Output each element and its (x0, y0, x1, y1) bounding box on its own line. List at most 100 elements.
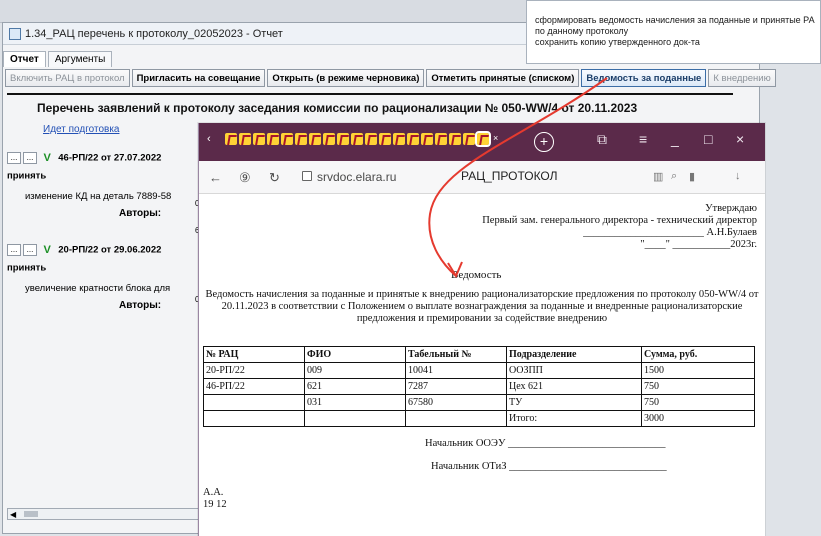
table-cell: 3000 (641, 410, 755, 427)
browser-tab-favicon-icon[interactable] (267, 133, 279, 145)
accepted-check-icon: V (43, 243, 51, 256)
statement-heading: Ведомость (451, 269, 502, 281)
table-row: Итого: 3000 (203, 410, 755, 427)
window-title: 1.34_РАЦ перечень к протоколу_02052023 -… (25, 27, 283, 40)
table-row: 031 67580 ТУ 750 (203, 394, 755, 411)
table-header: Сумма, руб. (641, 346, 755, 363)
scroll-thumb[interactable] (24, 511, 38, 517)
browser-page-title: РАЦ_ПРОТОКОЛ (461, 169, 558, 183)
implement-button[interactable]: К внедрению (708, 69, 776, 87)
statement-table: № РАЦ ФИО Табельный № Подразделение Сумм… (203, 346, 755, 427)
table-cell: ТУ (506, 394, 642, 411)
reload-icon[interactable]: ↻ (269, 170, 280, 186)
footer-author: А.А. (203, 487, 224, 498)
reader-icon[interactable]: ▥ (653, 170, 663, 183)
tab-close-icon[interactable]: × (493, 133, 498, 145)
application-description: изменение КД на деталь 7889-58 (25, 191, 172, 202)
document-page: Утверждаю Первый зам. генерального дирек… (199, 193, 765, 536)
tooltip-line: по данному протоколу (535, 26, 629, 36)
url-text[interactable]: srvdoc.elara.ru (317, 170, 396, 184)
approval-title: Утверждаю (705, 203, 757, 214)
maximize-icon[interactable]: □ (704, 131, 712, 147)
card-action-button[interactable]: ... (7, 243, 21, 256)
browser-tab-favicon-icon[interactable] (253, 133, 265, 145)
approval-block: Утверждаю Первый зам. генерального дирек… (482, 203, 757, 251)
mark-accepted-button[interactable]: Отметить принятые (списком) (426, 69, 580, 87)
table-row: 46-РП/22 621 7287 Цех 621 750 (203, 378, 755, 395)
status-link[interactable]: Идет подготовка (43, 124, 119, 135)
browser-tab-favicon-icon[interactable] (421, 133, 433, 145)
browser-tab-favicon-icon[interactable] (463, 133, 475, 145)
card-action-button[interactable]: ... (7, 151, 21, 164)
tabs-icon[interactable]: ⧉ (597, 131, 607, 148)
browser-tab-favicon-icon[interactable] (435, 133, 447, 145)
otiz-signature-line: Начальник ОТиЗ _________________________… (431, 461, 667, 472)
table-header: № РАЦ (203, 346, 305, 363)
browser-tab-favicon-icon[interactable] (365, 133, 377, 145)
browser-tab-favicon-icon[interactable] (295, 133, 307, 145)
approver-position: Первый зам. генерального директора - тех… (482, 215, 757, 226)
include-rac-button[interactable]: Включить РАЦ в протокол (5, 69, 130, 87)
table-row: 20-РП/22 009 10041 ООЗПП 1500 (203, 362, 755, 379)
browser-tabbar: ‹ × + ⧉ ≡ _ □ × (199, 123, 765, 161)
browser-tab-favicon-icon[interactable] (239, 133, 251, 145)
menu-icon[interactable]: ≡ (639, 131, 647, 147)
table-header: ФИО (304, 346, 406, 363)
table-cell (405, 410, 507, 427)
tab-arguments[interactable]: Аргументы (47, 51, 113, 67)
browser-tab-favicon-icon[interactable] (309, 133, 321, 145)
table-cell: 20-РП/22 (203, 362, 305, 379)
search-icon[interactable]: ⌕ (671, 170, 677, 183)
address-bar: ← ⑨ ↻ srvdoc.elara.ru РАЦ_ПРОТОКОЛ ▥ ⌕ ▮… (199, 161, 765, 194)
invite-meeting-button[interactable]: Пригласить на совещание (131, 69, 266, 87)
table-cell: 1500 (641, 362, 755, 379)
table-header: Табельный № (405, 346, 507, 363)
open-draft-button[interactable]: Открыть (в режиме черновика) (267, 69, 425, 87)
table-cell (203, 394, 305, 411)
scroll-left-icon[interactable]: ◀ (10, 510, 16, 519)
table-cell: 009 (304, 362, 406, 379)
card-action-button[interactable]: ... (23, 151, 37, 164)
bookmark-icon[interactable]: ▮ (689, 170, 695, 183)
table-cell: 7287 (405, 378, 507, 395)
authors-label: Авторы: (119, 208, 162, 219)
browser-tab-favicon-icon[interactable] (407, 133, 419, 145)
horizontal-scrollbar[interactable]: ◀ (7, 508, 200, 520)
browser-tab-favicon-icon[interactable] (225, 133, 237, 145)
toolbar-divider (7, 93, 733, 95)
browser-tab-favicon-icon[interactable] (281, 133, 293, 145)
page-heading: Перечень заявлений к протоколу заседания… (37, 101, 638, 115)
tooltip-line: сохранить копию утвержденного док-та (535, 37, 700, 47)
document-footer: А.А. 19 12 (203, 487, 227, 511)
application-card: ...... V 20-РП/22 от 29.06.2022 принять … (7, 241, 200, 361)
download-icon[interactable]: ↓ (735, 170, 741, 182)
card-action-button[interactable]: ... (23, 243, 37, 256)
statement-button[interactable]: Ведомость за поданные (581, 69, 707, 87)
browser-tab-favicon-icon[interactable] (337, 133, 349, 145)
browser-tab-favicon-icon[interactable] (323, 133, 335, 145)
table-cell: 750 (641, 378, 755, 395)
tab-report[interactable]: Отчет (3, 51, 46, 67)
table-cell: Итого: (506, 410, 642, 427)
table-cell (203, 410, 305, 427)
accepted-check-icon: V (43, 151, 51, 164)
close-icon[interactable]: × (736, 131, 744, 147)
table-cell: 46-РП/22 (203, 378, 305, 395)
scroll-tabs-left-icon[interactable]: ‹ (207, 133, 211, 145)
table-cell: 031 (304, 394, 406, 411)
active-tab-favicon-icon[interactable] (475, 131, 491, 147)
yandex-icon[interactable]: ⑨ (239, 170, 251, 186)
browser-tab-favicon-icon[interactable] (351, 133, 363, 145)
minimize-icon[interactable]: _ (671, 131, 679, 147)
table-cell: 10041 (405, 362, 507, 379)
back-icon[interactable]: ← (209, 170, 222, 185)
new-tab-icon[interactable]: + (534, 132, 554, 152)
lock-icon (302, 171, 312, 181)
browser-tab-favicon-icon[interactable] (393, 133, 405, 145)
table-cell (304, 410, 406, 427)
browser-tab-favicon-icon[interactable] (449, 133, 461, 145)
table-cell: Цех 621 (506, 378, 642, 395)
table-cell: ООЗПП (506, 362, 642, 379)
report-toolbar: Включить РАЦ в протокол Пригласить на со… (3, 69, 776, 93)
browser-tab-favicon-icon[interactable] (379, 133, 391, 145)
